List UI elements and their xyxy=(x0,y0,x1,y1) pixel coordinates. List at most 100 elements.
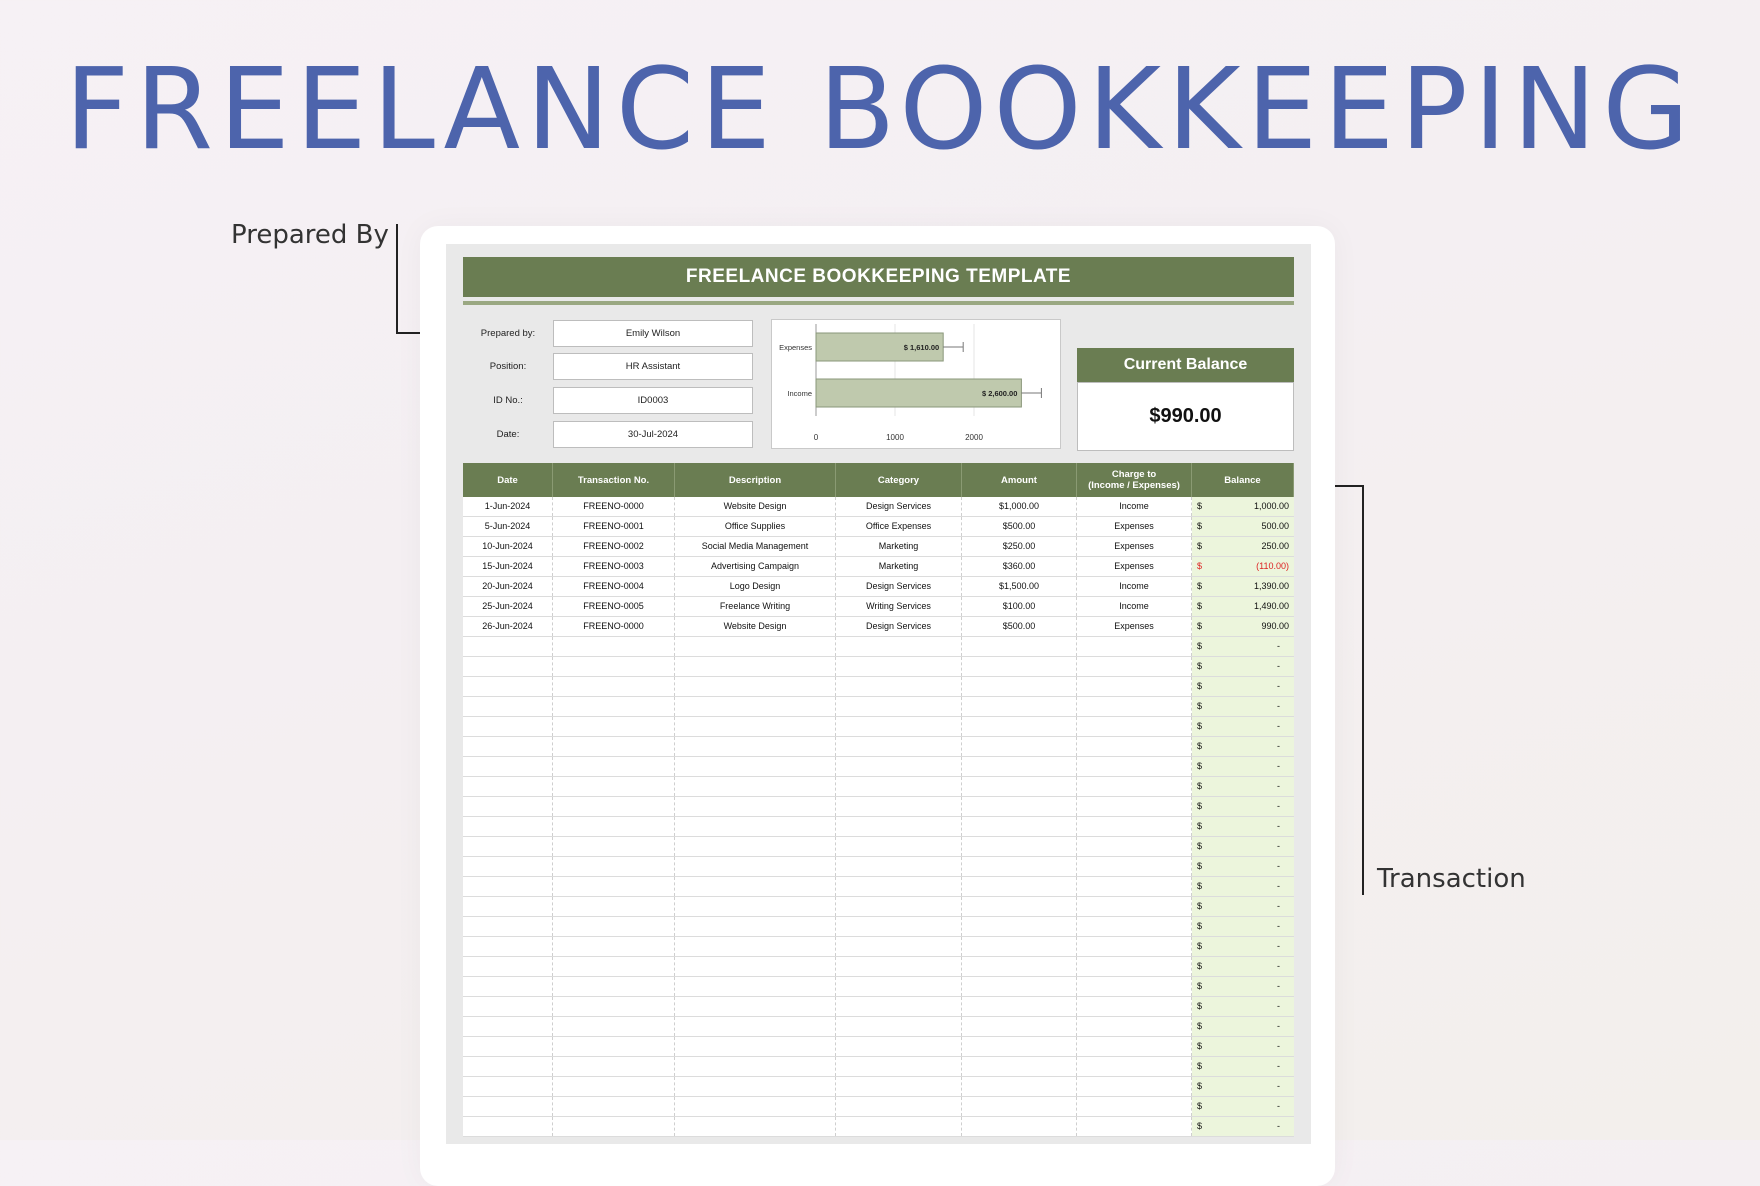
col-transaction-no-cell[interactable] xyxy=(553,977,675,996)
col-transaction-no-cell[interactable] xyxy=(553,1017,675,1036)
col-amount-cell[interactable] xyxy=(962,897,1077,916)
col-amount-cell[interactable] xyxy=(962,837,1077,856)
col-date-cell[interactable] xyxy=(463,677,553,696)
col-balance-cell[interactable]: $ - xyxy=(1192,957,1294,976)
col-date-cell[interactable]: 10-Jun-2024 xyxy=(463,537,553,556)
col-date-cell[interactable] xyxy=(463,757,553,776)
table-row[interactable]: 1-Jun-2024 FREENO-0000 Website Design Desig… xyxy=(463,497,1294,517)
col-charge-to-cell[interactable] xyxy=(1077,737,1192,756)
col-balance-cell[interactable]: $ - xyxy=(1192,777,1294,796)
table-row[interactable]: $ - xyxy=(463,717,1294,737)
col-amount-cell[interactable] xyxy=(962,1037,1077,1056)
col-date-cell[interactable] xyxy=(463,837,553,856)
col-description-cell[interactable] xyxy=(675,737,836,756)
col-description-cell[interactable] xyxy=(675,1017,836,1036)
col-category-cell[interactable] xyxy=(836,837,962,856)
col-date-cell[interactable] xyxy=(463,1017,553,1036)
col-description-cell[interactable]: Website Design xyxy=(675,497,836,516)
col-balance-cell[interactable]: $ - xyxy=(1192,857,1294,876)
col-amount-cell[interactable] xyxy=(962,997,1077,1016)
col-category-cell[interactable] xyxy=(836,877,962,896)
col-category-cell[interactable]: Office Expenses xyxy=(836,517,962,536)
table-row[interactable]: $ - xyxy=(463,1017,1294,1037)
col-amount-cell[interactable] xyxy=(962,757,1077,776)
col-charge-to-cell[interactable] xyxy=(1077,1037,1192,1056)
col-category-cell[interactable] xyxy=(836,937,962,956)
col-description-cell[interactable] xyxy=(675,857,836,876)
col-balance-cell[interactable]: $ - xyxy=(1192,1097,1294,1116)
col-description-cell[interactable] xyxy=(675,777,836,796)
col-amount-cell[interactable] xyxy=(962,657,1077,676)
col-charge-to-cell[interactable] xyxy=(1077,677,1192,696)
col-charge-to-cell[interactable] xyxy=(1077,717,1192,736)
table-row[interactable]: 25-Jun-2024 FREENO-0005 Freelance Writing W… xyxy=(463,597,1294,617)
col-charge-to-cell[interactable]: Expenses xyxy=(1077,537,1192,556)
col-category-cell[interactable]: Design Services xyxy=(836,617,962,636)
col-amount-cell[interactable] xyxy=(962,1057,1077,1076)
col-amount-cell[interactable] xyxy=(962,737,1077,756)
col-description-cell[interactable] xyxy=(675,1097,836,1116)
table-row[interactable]: $ - xyxy=(463,957,1294,977)
col-date-cell[interactable]: 15-Jun-2024 xyxy=(463,557,553,576)
table-row[interactable]: $ - xyxy=(463,1117,1294,1137)
col-transaction-no-cell[interactable] xyxy=(553,1057,675,1076)
col-date-cell[interactable] xyxy=(463,797,553,816)
col-category-cell[interactable] xyxy=(836,977,962,996)
col-balance-cell[interactable]: $ - xyxy=(1192,977,1294,996)
col-date-cell[interactable] xyxy=(463,1097,553,1116)
col-category-cell[interactable] xyxy=(836,737,962,756)
col-balance-cell[interactable]: $1,490.00 xyxy=(1192,597,1294,616)
col-transaction-no-cell[interactable] xyxy=(553,1077,675,1096)
col-description-cell[interactable] xyxy=(675,877,836,896)
col-date-cell[interactable] xyxy=(463,957,553,976)
col-charge-to-cell[interactable] xyxy=(1077,917,1192,936)
col-category-cell[interactable] xyxy=(836,657,962,676)
col-description-cell[interactable] xyxy=(675,797,836,816)
col-description-cell[interactable] xyxy=(675,957,836,976)
col-date-cell[interactable] xyxy=(463,817,553,836)
col-charge-to-cell[interactable] xyxy=(1077,937,1192,956)
col-category-cell[interactable] xyxy=(836,697,962,716)
col-transaction-no-cell[interactable] xyxy=(553,737,675,756)
col-balance-cell[interactable]: $ - xyxy=(1192,797,1294,816)
col-description-cell[interactable] xyxy=(675,677,836,696)
table-row[interactable]: $ - xyxy=(463,737,1294,757)
col-amount-cell[interactable] xyxy=(962,977,1077,996)
col-category-cell[interactable] xyxy=(836,1037,962,1056)
col-amount-cell[interactable] xyxy=(962,957,1077,976)
col-description-cell[interactable] xyxy=(675,897,836,916)
col-amount-cell[interactable] xyxy=(962,1117,1077,1136)
col-charge-to-cell[interactable]: Expenses xyxy=(1077,557,1192,576)
prepared-by-field[interactable]: Emily Wilson xyxy=(553,320,753,347)
col-balance-cell[interactable]: $500.00 xyxy=(1192,517,1294,536)
col-category-cell[interactable] xyxy=(836,717,962,736)
table-row[interactable]: $ - xyxy=(463,1077,1294,1097)
col-charge-to-cell[interactable] xyxy=(1077,1117,1192,1136)
table-row[interactable]: 15-Jun-2024 FREENO-0003 Advertising Campai… xyxy=(463,557,1294,577)
table-row[interactable]: $ - xyxy=(463,697,1294,717)
col-transaction-no-cell[interactable] xyxy=(553,797,675,816)
col-charge-to-cell[interactable] xyxy=(1077,957,1192,976)
col-transaction-no-cell[interactable] xyxy=(553,777,675,796)
col-transaction-no-cell[interactable]: FREENO-0003 xyxy=(553,557,675,576)
col-balance-cell[interactable]: $ - xyxy=(1192,737,1294,756)
col-date-cell[interactable]: 25-Jun-2024 xyxy=(463,597,553,616)
col-description-cell[interactable] xyxy=(675,837,836,856)
col-transaction-no-cell[interactable] xyxy=(553,897,675,916)
col-category-cell[interactable] xyxy=(836,897,962,916)
col-date-cell[interactable] xyxy=(463,1057,553,1076)
col-charge-to-cell[interactable] xyxy=(1077,657,1192,676)
col-date-cell[interactable] xyxy=(463,857,553,876)
col-date-cell[interactable] xyxy=(463,937,553,956)
date-field[interactable]: 30-Jul-2024 xyxy=(553,421,753,448)
col-amount-cell[interactable] xyxy=(962,637,1077,656)
col-amount-cell[interactable] xyxy=(962,857,1077,876)
col-charge-to-cell[interactable]: Income xyxy=(1077,497,1192,516)
col-transaction-no-cell[interactable] xyxy=(553,697,675,716)
col-balance-cell[interactable]: $ - xyxy=(1192,937,1294,956)
col-charge-to-cell[interactable]: Income xyxy=(1077,577,1192,596)
col-description-cell[interactable] xyxy=(675,637,836,656)
table-row[interactable]: $ - xyxy=(463,657,1294,677)
col-balance-cell[interactable]: $ - xyxy=(1192,817,1294,836)
col-category-cell[interactable] xyxy=(836,817,962,836)
